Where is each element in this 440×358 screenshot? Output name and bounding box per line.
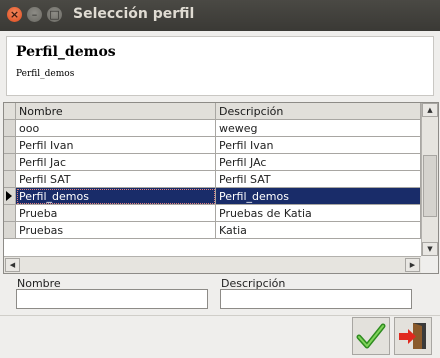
exit-button[interactable]: [394, 317, 432, 355]
scroll-left-icon[interactable]: ◀: [5, 258, 20, 272]
scrollbar-corner: [421, 256, 438, 273]
row-indicator: [4, 171, 16, 188]
cell-descripcion[interactable]: Perfil SAT: [216, 171, 421, 188]
table-row[interactable]: Prueba Pruebas de Katia: [4, 205, 421, 222]
filter-descripcion-input[interactable]: [220, 289, 412, 309]
title-bar: × – □ Selección perfil: [0, 0, 440, 31]
cell-nombre[interactable]: Perfil Jac: [16, 154, 216, 171]
cell-nombre[interactable]: Perfil SAT: [16, 171, 216, 188]
current-row-arrow-icon: [6, 191, 12, 201]
horizontal-scrollbar[interactable]: ◀ ▶: [4, 256, 421, 273]
exit-door-icon: [399, 323, 426, 349]
cell-nombre[interactable]: Pruebas: [16, 222, 216, 239]
window-close-button[interactable]: ×: [7, 7, 22, 22]
accept-button[interactable]: [352, 317, 390, 355]
window-title: Selección perfil: [73, 6, 195, 22]
cell-descripcion[interactable]: Perfil Ivan: [216, 137, 421, 154]
row-indicator-current: [4, 188, 16, 205]
cell-nombre[interactable]: Perfil_demos: [16, 188, 216, 205]
check-icon: [356, 323, 386, 349]
column-header-nombre[interactable]: Nombre: [16, 103, 216, 120]
table-row-selected[interactable]: Perfil_demos Perfil_demos: [4, 188, 421, 205]
table-row[interactable]: ooo weweg: [4, 120, 421, 137]
cell-nombre[interactable]: ooo: [16, 120, 216, 137]
vertical-scrollbar[interactable]: ▲ ▼: [421, 103, 438, 256]
cell-descripcion[interactable]: Katia: [216, 222, 421, 239]
table-row[interactable]: Perfil Ivan Perfil Ivan: [4, 137, 421, 154]
scroll-down-icon[interactable]: ▼: [422, 242, 438, 256]
cell-descripcion[interactable]: Perfil_demos: [216, 188, 421, 205]
scroll-right-icon[interactable]: ▶: [405, 258, 420, 272]
row-indicator: [4, 222, 16, 239]
vertical-scroll-thumb[interactable]: [423, 155, 437, 217]
grid-header-row: Nombre Descripción: [4, 103, 421, 120]
table-row[interactable]: Perfil SAT Perfil SAT: [4, 171, 421, 188]
cell-descripcion[interactable]: weweg: [216, 120, 421, 137]
profile-grid[interactable]: Nombre Descripción ooo weweg Perfil Ivan…: [3, 102, 439, 274]
row-indicator: [4, 154, 16, 171]
footer-separator: [0, 315, 440, 316]
row-indicator: [4, 205, 16, 222]
row-indicator-header: [4, 103, 16, 120]
scroll-up-icon[interactable]: ▲: [422, 103, 438, 117]
filter-nombre-input[interactable]: [16, 289, 208, 309]
table-row[interactable]: Perfil Jac Perfil JAc: [4, 154, 421, 171]
column-header-descripcion[interactable]: Descripción: [216, 103, 421, 120]
profile-header: Perfil_demos Perfil_demos: [6, 36, 434, 96]
header-title: Perfil_demos: [16, 44, 116, 60]
cell-descripcion[interactable]: Pruebas de Katia: [216, 205, 421, 222]
header-subtitle: Perfil_demos: [16, 69, 75, 79]
cell-nombre[interactable]: Prueba: [16, 205, 216, 222]
table-row[interactable]: Pruebas Katia: [4, 222, 421, 239]
cell-descripcion[interactable]: Perfil JAc: [216, 154, 421, 171]
row-indicator: [4, 120, 16, 137]
cell-nombre[interactable]: Perfil Ivan: [16, 137, 216, 154]
row-indicator: [4, 137, 16, 154]
window-minimize-button[interactable]: –: [27, 7, 42, 22]
window-maximize-button[interactable]: □: [47, 7, 62, 22]
